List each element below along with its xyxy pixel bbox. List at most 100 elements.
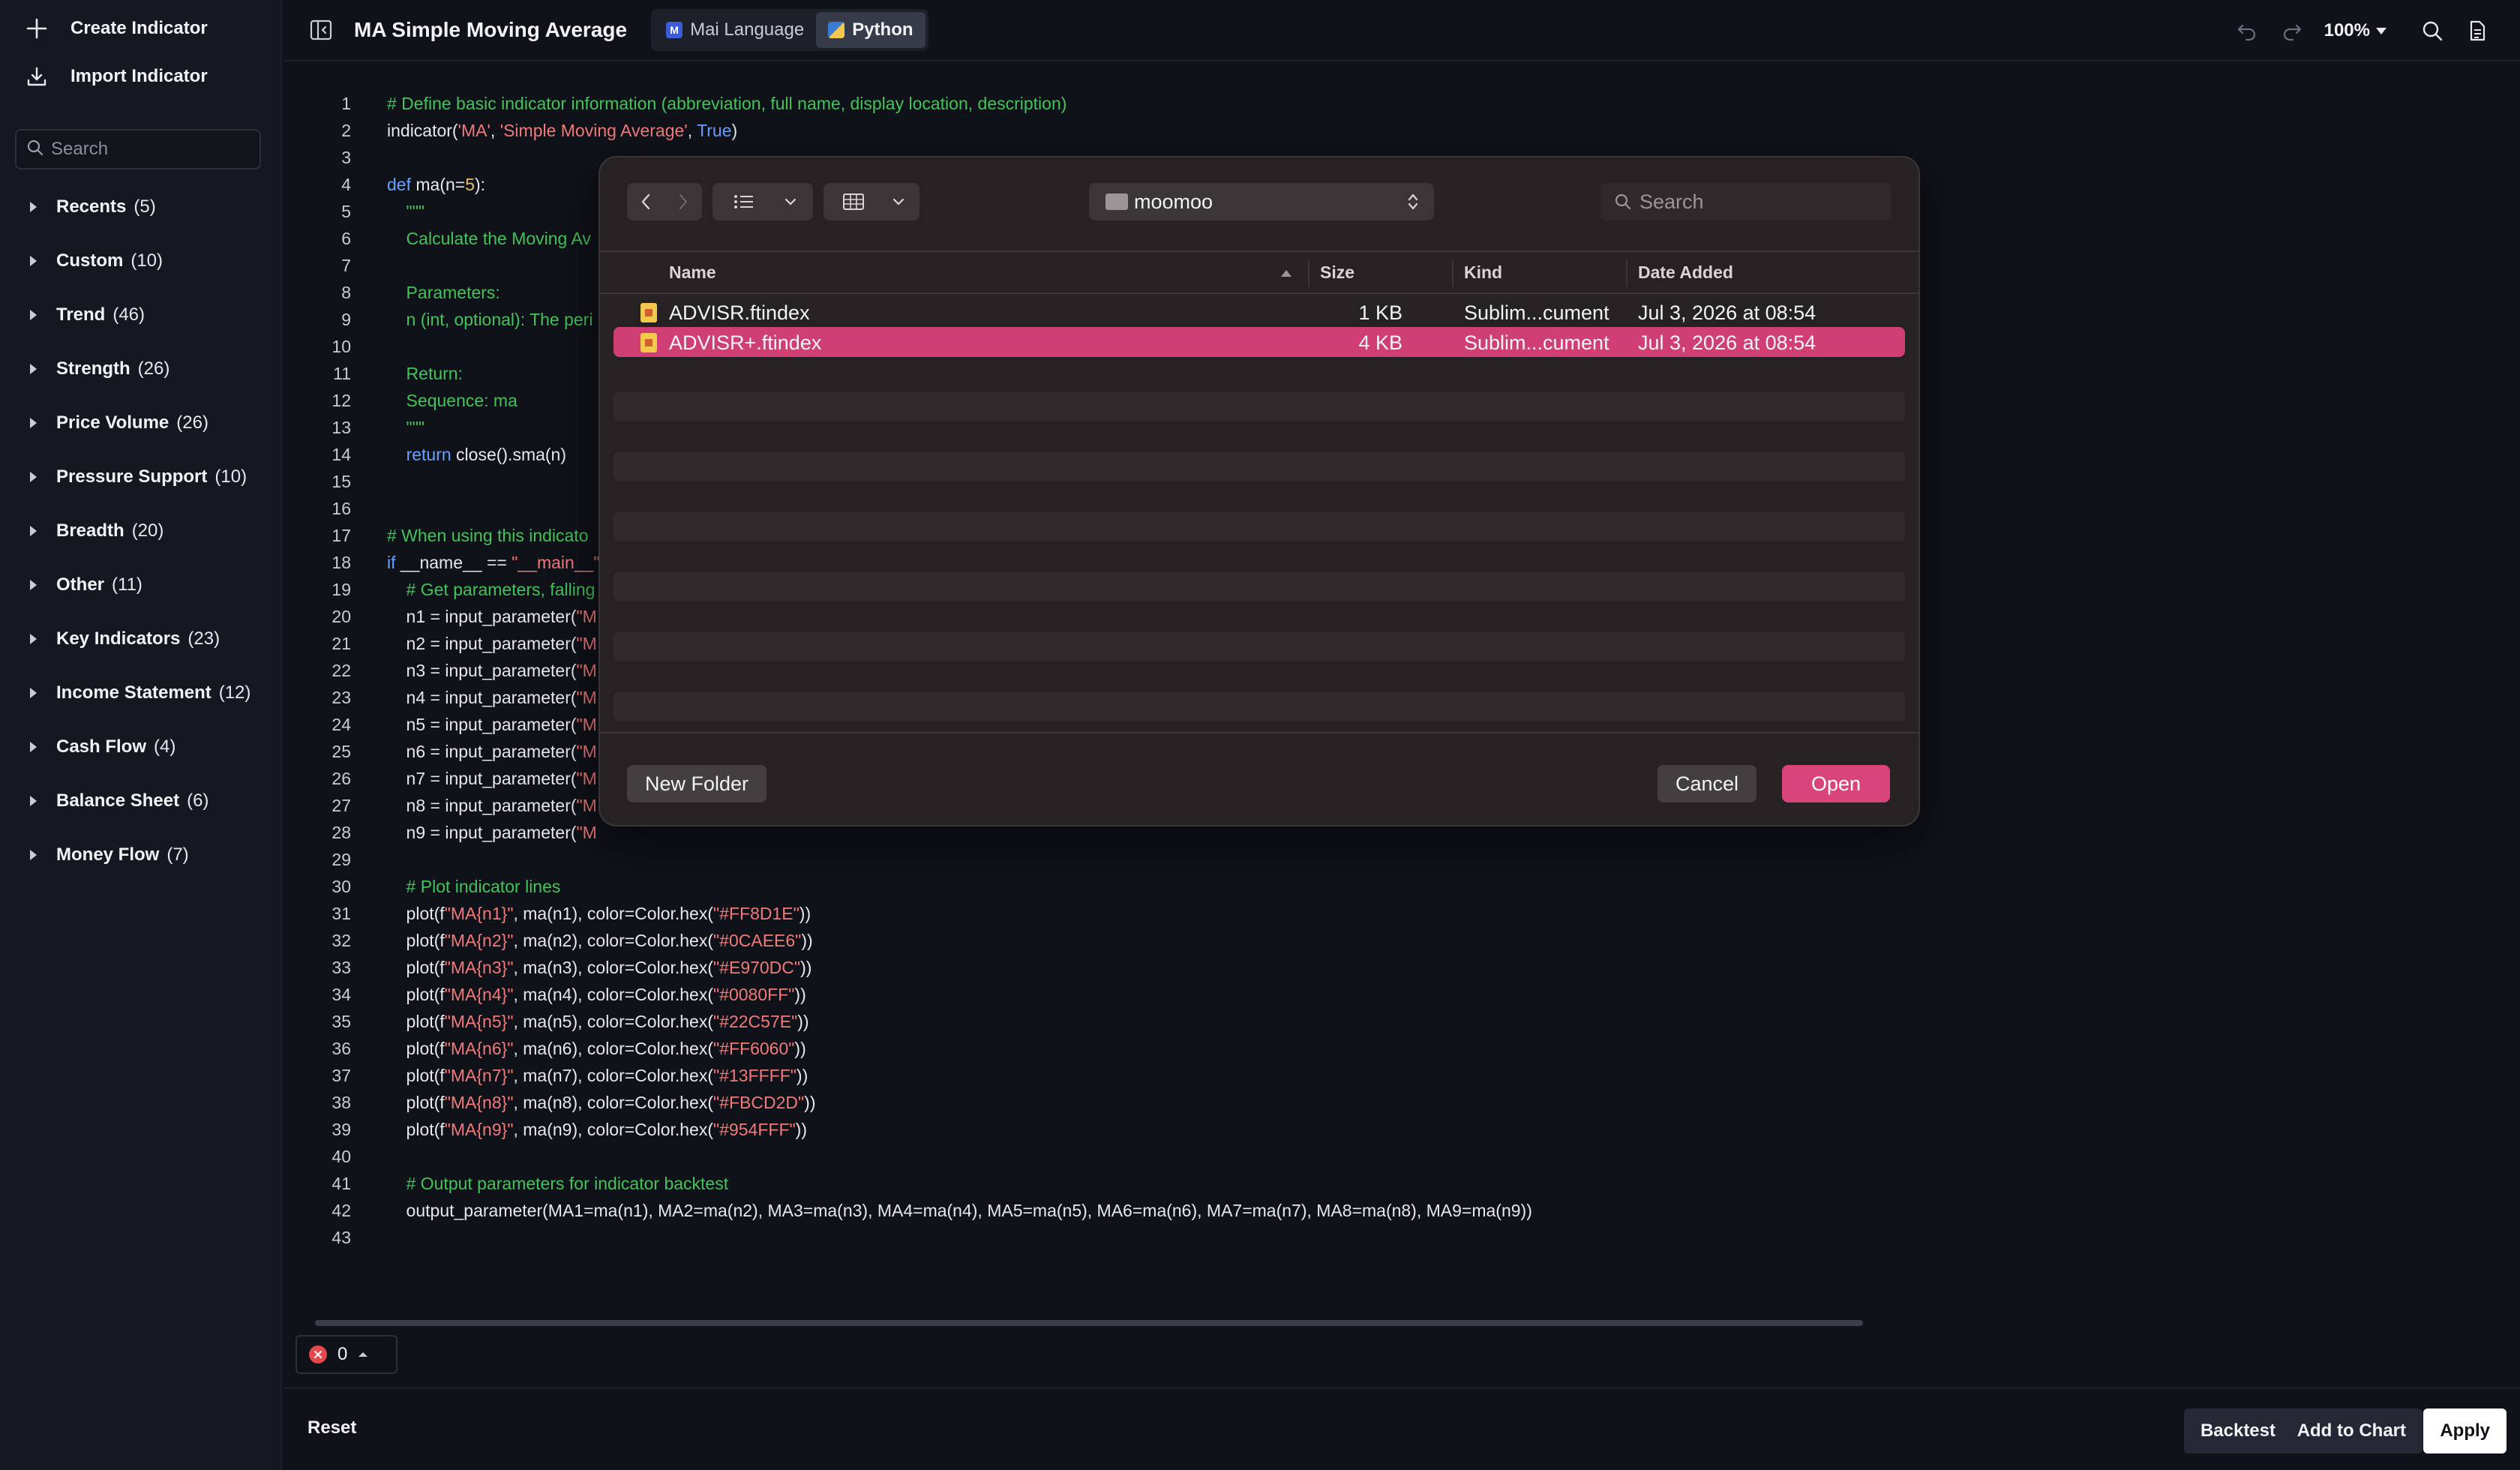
apply-button[interactable]: Apply — [2423, 1408, 2506, 1454]
line-number: 40 — [332, 1146, 351, 1166]
category-item[interactable]: Custom (10) — [0, 234, 282, 288]
empty-row-stripe — [614, 392, 1905, 422]
code-text: return close().sma(n) — [387, 445, 566, 465]
backtest-button[interactable]: Backtest — [2183, 1408, 2292, 1454]
code-token: )) — [804, 1092, 816, 1112]
code-token: n3 = input_parameter( — [387, 660, 577, 680]
line-number: 8 — [341, 282, 351, 302]
code-token: plot(f — [387, 903, 445, 923]
code-text: # Get parameters, falling — [387, 580, 596, 600]
line-number: 7 — [341, 255, 351, 275]
code-text: def ma(n=5): — [387, 175, 485, 195]
category-count: (6) — [187, 790, 209, 811]
code-line: 24 n5 = input_parameter("M — [284, 711, 596, 738]
category-count: (26) — [137, 358, 170, 379]
column-date-added[interactable]: Date Added — [1638, 262, 1733, 283]
forward-button[interactable] — [664, 183, 702, 220]
line-number: 1 — [341, 93, 351, 113]
create-indicator-button[interactable]: Create Indicator — [24, 8, 208, 50]
tab-mai-language[interactable]: M Mai Language — [654, 12, 816, 48]
add-to-chart-button[interactable]: Add to Chart — [2280, 1408, 2422, 1454]
code-line: 2 indicator('MA', 'Simple Moving Average'… — [284, 117, 737, 144]
column-kind[interactable]: Kind — [1464, 262, 1502, 283]
caret-right-icon — [30, 202, 37, 212]
code-text: indicator('MA', 'Simple Moving Average',… — [387, 121, 737, 141]
code-token: n8 = input_parameter( — [387, 795, 577, 815]
line-number: 28 — [332, 822, 351, 842]
category-item[interactable]: Key Indicators (23) — [0, 612, 282, 666]
redo-icon[interactable] — [2279, 18, 2305, 44]
code-text: Calculate the Moving Av — [387, 229, 591, 249]
reset-button[interactable]: Reset — [308, 1418, 356, 1438]
category-name: Custom — [56, 250, 124, 271]
new-folder-button[interactable]: New Folder — [627, 765, 767, 802]
undo-icon[interactable] — [2234, 18, 2260, 44]
caret-right-icon — [30, 634, 37, 644]
category-item[interactable]: Cash Flow (4) — [0, 720, 282, 774]
line-number: 39 — [332, 1119, 351, 1139]
category-item[interactable]: Price Volume (26) — [0, 396, 282, 450]
code-text: plot(f"MA{n6}", ma(n6), color=Color.hex(… — [387, 1039, 806, 1059]
code-token: # Output parameters for indicator backte… — [387, 1173, 729, 1193]
column-size[interactable]: Size — [1320, 262, 1354, 283]
indicator-search-input[interactable] — [51, 139, 246, 160]
category-item[interactable]: Other (11) — [0, 558, 282, 612]
category-item[interactable]: Money Flow (7) — [0, 828, 282, 882]
location-dropdown[interactable]: moomoo — [1089, 183, 1434, 220]
code-line: 29 — [284, 846, 387, 873]
category-item[interactable]: Pressure Support (10) — [0, 450, 282, 504]
code-token: "#22C57E" — [713, 1011, 798, 1031]
tab-python[interactable]: Python — [816, 12, 926, 48]
category-item[interactable]: Breadth (20) — [0, 504, 282, 558]
caret-right-icon — [30, 310, 37, 320]
open-button[interactable]: Open — [1782, 765, 1890, 802]
file-date-added: Jul 3, 2026 at 08:54 — [1638, 332, 1816, 354]
code-token: "MA{n5}" — [444, 1011, 514, 1031]
code-token: ) — [731, 120, 738, 140]
document-icon[interactable] — [2464, 18, 2490, 44]
chevron-up-icon — [358, 1352, 368, 1357]
code-text: n6 = input_parameter("M — [387, 742, 597, 762]
line-number: 20 — [332, 606, 351, 626]
code-line: 31 plot(f"MA{n1}", ma(n1), color=Color.h… — [284, 900, 811, 927]
import-indicator-button[interactable]: Import Indicator — [24, 56, 208, 98]
dialog-search-input[interactable] — [1640, 190, 1880, 214]
history-navigation — [627, 183, 702, 220]
code-token: "M — [576, 822, 597, 842]
category-item[interactable]: Recents (5) — [0, 180, 282, 234]
cancel-button[interactable]: Cancel — [1658, 765, 1757, 802]
category-item[interactable]: Strength (26) — [0, 342, 282, 396]
line-number: 21 — [332, 633, 351, 653]
search-icon[interactable] — [2420, 18, 2445, 44]
dialog-search-box — [1600, 183, 1892, 220]
column-name[interactable]: Name — [669, 262, 716, 283]
code-text: plot(f"MA{n4}", ma(n4), color=Color.hex(… — [387, 985, 806, 1005]
file-row[interactable]: ADVISR+.ftindex 4 KB Sublim...cument Jul 3,… — [614, 327, 1905, 357]
code-token: )) — [794, 1038, 806, 1058]
code-token: indicator( — [387, 120, 458, 140]
category-item[interactable]: Trend (46) — [0, 288, 282, 342]
code-token: "M — [576, 687, 597, 707]
problems-toggle[interactable]: 0 — [296, 1335, 398, 1374]
code-token: if — [387, 552, 396, 572]
back-button[interactable] — [627, 183, 664, 220]
collapse-sidebar-button[interactable] — [308, 16, 334, 44]
line-number: 35 — [332, 1011, 351, 1031]
code-token: "#E970DC" — [713, 957, 801, 977]
group-view-toggle[interactable] — [824, 183, 920, 220]
file-row[interactable]: ADVISR.ftindex 1 KB Sublim...cument Jul 3, … — [614, 297, 1905, 327]
code-token: ma(n= — [410, 174, 466, 194]
category-name: Pressure Support — [56, 466, 208, 487]
list-view-toggle[interactable] — [712, 183, 813, 220]
code-token: "MA{n7}" — [444, 1065, 514, 1085]
dialog-toolbar: moomoo — [600, 158, 1918, 250]
code-line: 25 n6 = input_parameter("M — [284, 738, 597, 765]
horizontal-scrollbar[interactable] — [315, 1320, 1863, 1326]
code-token: )) — [796, 1065, 808, 1085]
line-number: 3 — [341, 147, 351, 167]
category-item[interactable]: Income Statement (12) — [0, 666, 282, 720]
category-item[interactable]: Balance Sheet (6) — [0, 774, 282, 828]
category-name: Balance Sheet — [56, 790, 180, 811]
code-text: Sequence: ma — [387, 391, 518, 411]
zoom-dropdown[interactable]: 100% — [2324, 20, 2386, 41]
